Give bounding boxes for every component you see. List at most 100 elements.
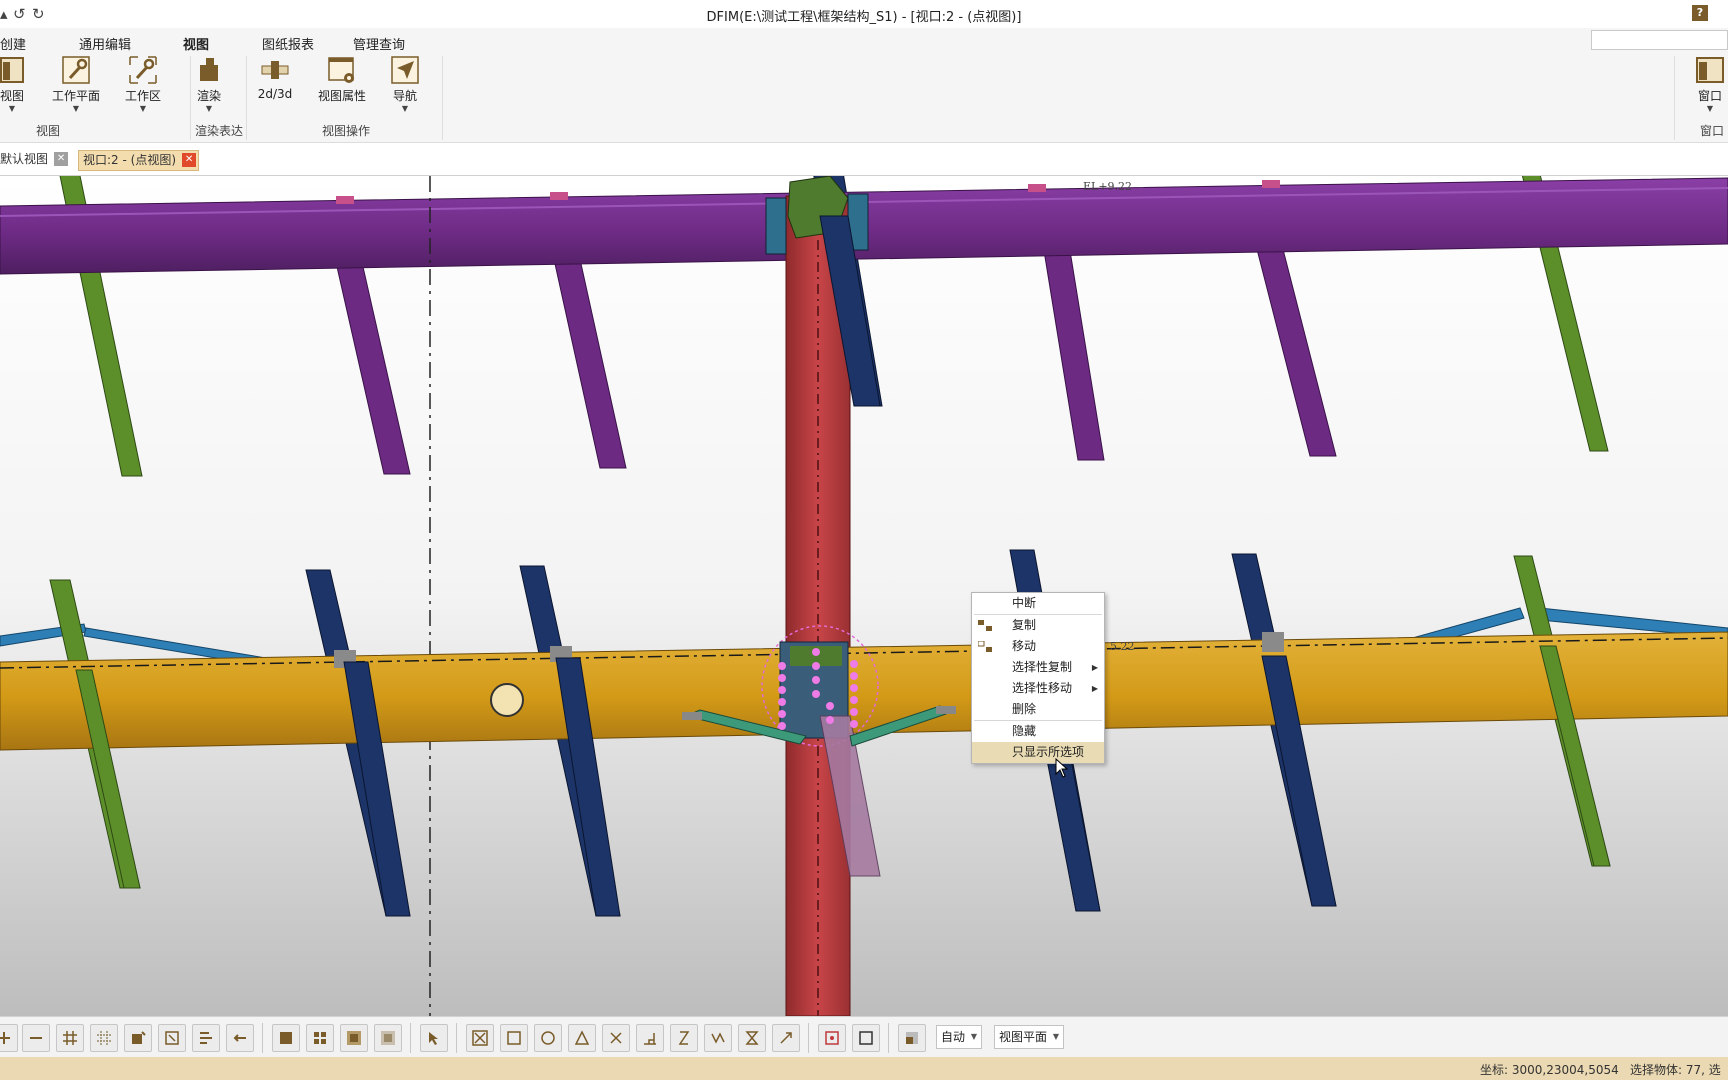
circle-icon — [541, 1031, 555, 1045]
view-tool-button[interactable]: 视图 ▼ — [0, 55, 30, 114]
chevron-down-icon: ▼ — [139, 104, 147, 113]
selection-count: 选择物体: 77, 选 — [1630, 1063, 1721, 1077]
group-label-view: 视图 — [36, 124, 61, 138]
snap-center-button[interactable] — [818, 1024, 846, 1052]
triangle-icon — [574, 1030, 590, 1045]
menu-item-selective-move[interactable]: 选择性移动 ▶ — [972, 678, 1104, 699]
cursor-icon — [429, 1032, 438, 1045]
tab-create[interactable]: 创建 — [0, 34, 26, 53]
select-group-button[interactable] — [374, 1024, 402, 1052]
x-icon — [610, 1032, 622, 1044]
snap-box-button[interactable] — [158, 1024, 186, 1052]
snap-perpendicular-button[interactable] — [636, 1024, 664, 1052]
snap-line-end-button[interactable] — [670, 1024, 698, 1052]
workzone-button[interactable]: 工作区 ▼ — [120, 55, 166, 114]
group-label-view-ops: 视图操作 — [322, 124, 371, 138]
submenu-arrow-icon: ▶ — [1091, 684, 1098, 693]
document-tabs: 默认视图 ✕ 视口:2 - (点视图) ✕ — [0, 143, 1728, 176]
snap-extension-button[interactable] — [772, 1024, 800, 1052]
window-label: 窗口 — [1697, 89, 1722, 103]
menu-item-hide[interactable]: 隐藏 — [972, 721, 1104, 742]
tab-general-edit[interactable]: 通用编辑 — [79, 34, 131, 53]
group-divider — [190, 56, 191, 140]
navigate-label: 导航 — [392, 89, 417, 103]
window-icon — [1696, 57, 1724, 83]
menu-item-move[interactable]: 移动 — [972, 636, 1104, 657]
ribbon-search-input[interactable] — [1591, 30, 1728, 50]
snap-square-button[interactable] — [500, 1024, 528, 1052]
wrench-icon — [62, 56, 90, 84]
snap-point-button[interactable] — [0, 1024, 18, 1052]
snap-vertex-button[interactable] — [704, 1024, 732, 1052]
render-icon — [200, 58, 218, 81]
snap-align-button[interactable] — [192, 1024, 220, 1052]
plus-icon — [0, 1032, 10, 1044]
workplane-button[interactable]: 工作平面 ▼ — [48, 55, 104, 114]
navigate-button[interactable]: 导航 ▼ — [388, 55, 422, 114]
filled-square-icon — [280, 1032, 292, 1044]
snap-bisect-button[interactable] — [738, 1024, 766, 1052]
view-properties-label: 视图属性 — [317, 89, 366, 103]
menu-item-label: 复制 — [1012, 618, 1037, 632]
snap-mode-select[interactable]: 自动 ▼ — [936, 1025, 982, 1049]
snap-frame-button[interactable] — [852, 1024, 880, 1052]
snap-part-button[interactable] — [124, 1024, 152, 1052]
render-button[interactable]: 渲染 ▼ — [192, 55, 226, 114]
steel-structure-render: EL+9.22 5.22 — [0, 176, 1728, 1016]
menu-item-label: 选择性复制 — [1012, 660, 1073, 674]
view-properties-button[interactable]: 视图属性 — [316, 55, 368, 104]
tab-drawings-reports[interactable]: 图纸报表 — [262, 34, 314, 53]
chevron-down-icon: ▼ — [970, 1032, 977, 1041]
arrow-left-icon — [233, 1034, 246, 1042]
tab-viewport-2[interactable]: 视口:2 - (点视图) ✕ — [78, 150, 200, 171]
select-components-button[interactable] — [306, 1024, 334, 1052]
tab-manage-query[interactable]: 管理查询 — [353, 34, 405, 53]
bisect-icon — [745, 1031, 759, 1045]
perpendicular-icon — [644, 1033, 656, 1045]
menu-item-copy[interactable]: 复制 — [972, 615, 1104, 636]
vertex-icon — [711, 1032, 725, 1044]
toolbar-separator — [262, 1023, 263, 1053]
grid-icon — [63, 1031, 77, 1045]
select-all-button[interactable] — [272, 1024, 300, 1052]
snap-override-button[interactable] — [898, 1024, 926, 1052]
snap-circle-button[interactable] — [534, 1024, 562, 1052]
snap-mode-value: 自动 — [941, 1030, 966, 1044]
snap-grid-dashed-button[interactable] — [90, 1024, 118, 1052]
view-tool-label: 视图 — [0, 89, 24, 103]
snap-intersection-button[interactable] — [602, 1024, 630, 1052]
snap-grid-button[interactable] — [56, 1024, 84, 1052]
view-properties-icon — [328, 57, 354, 83]
snap-triangle-button[interactable] — [568, 1024, 596, 1052]
select-assembly-button[interactable] — [340, 1024, 368, 1052]
group-divider — [1674, 56, 1675, 140]
close-icon[interactable]: ✕ — [182, 153, 197, 167]
snap-back-button[interactable] — [226, 1024, 254, 1052]
help-button[interactable]: ? — [1692, 5, 1708, 21]
copy-icon — [978, 620, 992, 631]
menu-item-selective-copy[interactable]: 选择性复制 ▶ — [972, 657, 1104, 678]
tab-view[interactable]: 视图 — [183, 34, 209, 53]
plane-mode-select[interactable]: 视图平面 ▼ — [994, 1025, 1064, 1049]
cursor-mode-button[interactable] — [420, 1024, 448, 1052]
mouse-cursor-icon — [1055, 758, 1069, 778]
snap-line-button[interactable] — [22, 1024, 50, 1052]
tab-default-view[interactable]: 默认视图 ✕ — [0, 150, 70, 169]
toolbar-separator — [456, 1023, 457, 1053]
close-icon[interactable]: ✕ — [54, 152, 69, 166]
tab-label: 视口:2 - (点视图) — [83, 153, 177, 167]
context-menu: 中断 复制 移动 选择性复制 ▶ 选择性移动 ▶ 删除 隐藏 只显示所选项 — [971, 592, 1105, 764]
window-button[interactable]: 窗口 ▼ — [1692, 55, 1728, 114]
menu-item-interrupt[interactable]: 中断 — [972, 593, 1104, 614]
group-label-render: 渲染表达 — [195, 124, 244, 138]
snap-cross-box-button[interactable] — [466, 1024, 494, 1052]
menu-item-label: 隐藏 — [1012, 724, 1037, 738]
status-bar: 坐标: 3000,23004,5054 选择物体: 77, 选 — [0, 1057, 1728, 1080]
model-viewport[interactable]: EL+9.22 5.22 中断 复制 移动 选择性复制 ▶ 选择性移动 ▶ 删除… — [0, 176, 1728, 1016]
view-window-icon — [0, 57, 24, 83]
2d3d-icon — [261, 61, 289, 79]
diagonal-arrow-icon — [780, 1032, 792, 1044]
menu-item-delete[interactable]: 删除 — [972, 699, 1104, 720]
menu-item-show-only-selected[interactable]: 只显示所选项 — [972, 742, 1104, 763]
toggle-2d3d-button[interactable]: 2d/3d — [254, 55, 296, 101]
